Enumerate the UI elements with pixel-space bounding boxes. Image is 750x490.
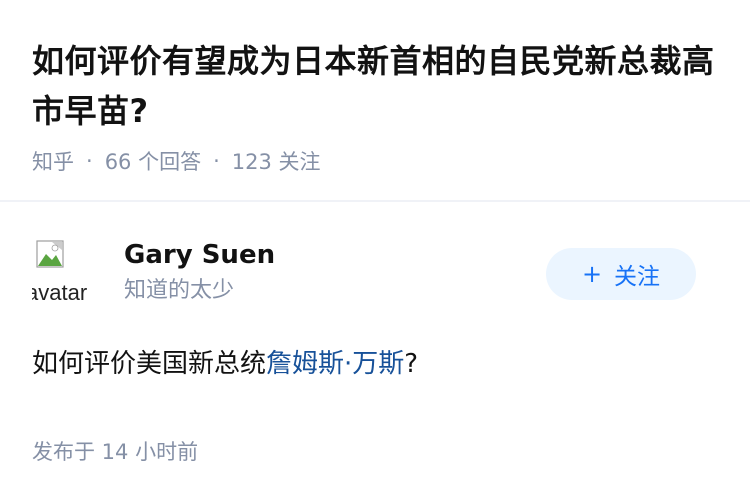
broken-image-icon xyxy=(36,240,64,268)
content-link[interactable]: 詹姆斯·万斯 xyxy=(266,349,404,379)
author-row: avatar Gary Suen 知道的太少 + 关注 xyxy=(32,238,718,308)
question-header: 如何评价有望成为日本新首相的自民党新总裁高市早苗? 知乎 · 66 个回答 · … xyxy=(0,0,750,174)
author-name[interactable]: Gary Suen xyxy=(124,238,275,272)
plus-icon: + xyxy=(581,260,603,288)
meta-separator: · xyxy=(213,149,220,173)
answers-count[interactable]: 66 个回答 xyxy=(105,146,201,176)
answer-content[interactable]: 如何评价美国新总统詹姆斯·万斯? xyxy=(32,346,718,382)
question-meta: 知乎 · 66 个回答 · 123 关注 xyxy=(32,146,718,176)
content-text: 如何评价美国新总统 xyxy=(32,349,267,379)
publish-time: 发布于 14 小时前 xyxy=(32,440,199,464)
followers-count[interactable]: 123 关注 xyxy=(232,146,321,176)
meta-separator: · xyxy=(86,149,93,173)
author-info: Gary Suen 知道的太少 xyxy=(124,238,275,306)
section-divider xyxy=(0,200,750,202)
author-bio: 知道的太少 xyxy=(124,278,235,303)
answer-card: avatar Gary Suen 知道的太少 + 关注 如何评价美国新总统詹姆斯… xyxy=(0,238,750,466)
avatar-alt-text: avatar xyxy=(32,280,88,302)
follow-button[interactable]: + 关注 xyxy=(546,248,696,300)
question-title[interactable]: 如何评价有望成为日本新首相的自民党新总裁高市早苗? xyxy=(32,36,718,136)
source-label[interactable]: 知乎 xyxy=(32,146,74,176)
follow-button-label: 关注 xyxy=(614,264,661,290)
avatar[interactable]: avatar xyxy=(32,238,96,302)
content-suffix: ? xyxy=(404,349,419,379)
